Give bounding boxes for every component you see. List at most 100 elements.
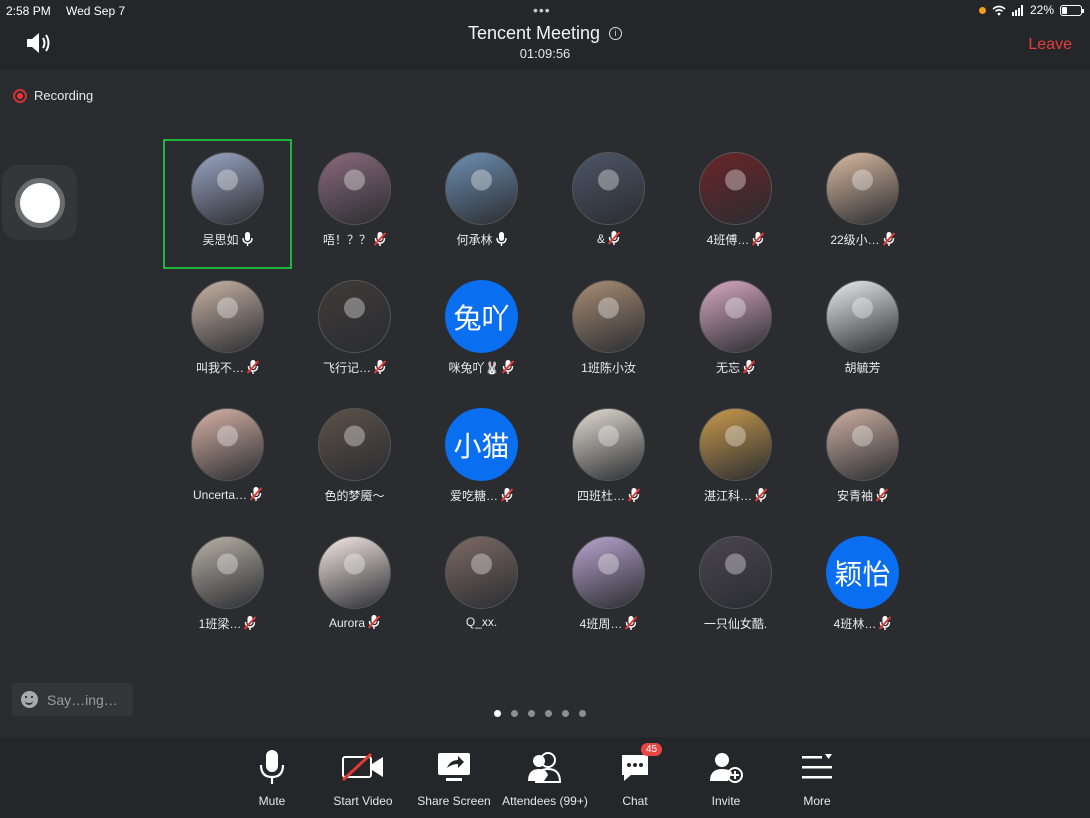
page-dot[interactable] bbox=[562, 710, 569, 717]
microphone-muted-icon bbox=[367, 615, 381, 632]
more-label: More bbox=[803, 794, 831, 808]
participant-name: 湛江科… bbox=[703, 489, 752, 503]
participant-name: Q_xx. bbox=[465, 615, 498, 629]
more-button[interactable]: More bbox=[772, 747, 862, 808]
participant-tile[interactable]: 湛江科… bbox=[672, 396, 799, 524]
participant-avatar bbox=[826, 152, 899, 225]
microphone-muted-icon bbox=[752, 232, 765, 249]
participant-tile[interactable]: 颖怡 4班林… bbox=[799, 524, 926, 652]
participant-tile[interactable]: 4班傅… bbox=[672, 140, 799, 268]
assistive-touch-button[interactable] bbox=[2, 165, 77, 240]
participant-tile[interactable]: & bbox=[545, 140, 672, 268]
participant-name-row: 1班梁… bbox=[164, 615, 291, 633]
microphone-on-icon bbox=[241, 232, 253, 249]
participant-tile[interactable]: 四班杜… bbox=[545, 396, 672, 524]
participant-name-row: 无忘 bbox=[672, 359, 799, 377]
participant-name-row: 飞行记… bbox=[291, 359, 418, 377]
attendees-button[interactable]: Attendees (99+) bbox=[500, 747, 590, 808]
share-screen-button[interactable]: Share Screen bbox=[409, 747, 499, 808]
participant-tile[interactable]: 无忘 bbox=[672, 268, 799, 396]
participant-avatar bbox=[191, 152, 264, 225]
participant-name: 咪兔吖🐰 bbox=[448, 361, 500, 375]
participant-name: 何承林 bbox=[456, 233, 493, 247]
leave-button[interactable]: Leave bbox=[1028, 36, 1072, 54]
participant-name-row: 吴思如 bbox=[164, 231, 291, 249]
participant-tile[interactable]: 兔吖 咪兔吖🐰 bbox=[418, 268, 545, 396]
multitasking-dots-icon[interactable]: ••• bbox=[533, 2, 551, 18]
microphone-muted-icon bbox=[627, 488, 641, 505]
participant-avatar bbox=[699, 536, 772, 609]
participant-avatar bbox=[572, 280, 645, 353]
participant-avatar bbox=[826, 280, 899, 353]
participant-grid: 吴思如 唔！？？ 何承林 & 4班傅… 22级小… 叫我不… 飞行记… 兔吖 咪兔吖🐰 1班陈小汝 无… bbox=[163, 139, 926, 652]
status-indicators: 22% bbox=[978, 3, 1084, 17]
chat-quick-input[interactable]: Say…ing… bbox=[12, 683, 133, 716]
emoji-icon[interactable] bbox=[21, 691, 38, 708]
invite-button[interactable]: Invite bbox=[681, 747, 771, 808]
participant-tile[interactable]: 飞行记… bbox=[291, 268, 418, 396]
participant-name-row: 咪兔吖🐰 bbox=[418, 359, 545, 377]
participant-avatar bbox=[572, 408, 645, 481]
participant-name-row: 叫我不… bbox=[164, 359, 291, 377]
page-dot[interactable] bbox=[511, 710, 518, 717]
microphone-muted-icon bbox=[500, 488, 514, 505]
participant-name-row: 4班周… bbox=[545, 615, 672, 633]
microphone-muted-icon bbox=[246, 360, 260, 377]
microphone-icon bbox=[259, 750, 285, 784]
page-dot[interactable] bbox=[579, 710, 586, 717]
participant-tile[interactable]: 叫我不… bbox=[164, 268, 291, 396]
page-dot[interactable] bbox=[545, 710, 552, 717]
microphone-muted-icon bbox=[373, 360, 387, 377]
participant-name: 四班杜… bbox=[576, 489, 625, 503]
share-screen-label: Share Screen bbox=[417, 794, 491, 808]
microphone-muted-icon bbox=[244, 616, 257, 633]
start-video-button[interactable]: Start Video bbox=[318, 747, 408, 808]
participant-avatar: 颖怡 bbox=[826, 536, 899, 609]
participant-tile[interactable]: Q_xx. bbox=[418, 524, 545, 652]
participant-tile[interactable]: 4班周… bbox=[545, 524, 672, 652]
participant-tile[interactable]: 1班梁… bbox=[164, 524, 291, 652]
page-dot[interactable] bbox=[494, 710, 501, 717]
participant-tile[interactable]: 1班陈小汝 bbox=[545, 268, 672, 396]
participant-name-row: 4班傅… bbox=[672, 231, 799, 249]
participant-tile[interactable]: 色的梦魇～ bbox=[291, 396, 418, 524]
assistive-touch-ring-icon bbox=[15, 178, 65, 228]
microphone-muted-icon bbox=[373, 232, 387, 249]
participant-tile[interactable]: 吴思如 bbox=[163, 139, 292, 269]
participant-avatar bbox=[318, 152, 391, 225]
meeting-toolbar: Mute Start Video Share Screen Attendees … bbox=[0, 737, 1090, 818]
participant-name: 色的梦魇～ bbox=[324, 489, 385, 503]
participant-name: 1班梁… bbox=[198, 617, 242, 631]
chat-unread-badge: 45 bbox=[641, 743, 663, 756]
participant-avatar bbox=[699, 152, 772, 225]
meeting-duration: 01:09:56 bbox=[519, 46, 571, 61]
share-screen-icon bbox=[438, 753, 470, 781]
participant-tile[interactable]: 安青袖 bbox=[799, 396, 926, 524]
meeting-title[interactable]: Tencent Meeting bbox=[468, 23, 600, 44]
info-icon[interactable]: i bbox=[609, 27, 623, 40]
page-indicator[interactable] bbox=[494, 710, 586, 717]
participant-tile[interactable]: 胡毓芳 bbox=[799, 268, 926, 396]
participant-tile[interactable]: 22级小… bbox=[799, 140, 926, 268]
mic-in-use-indicator-icon bbox=[978, 6, 986, 14]
page-dot[interactable] bbox=[528, 710, 535, 717]
participant-avatar bbox=[191, 408, 264, 481]
participant-tile[interactable]: 一只仙女酷. bbox=[672, 524, 799, 652]
participant-name-row: 爱吃糖… bbox=[418, 487, 545, 505]
participant-name: 飞行记… bbox=[322, 361, 371, 375]
participant-name: 安青袖 bbox=[836, 489, 873, 503]
participant-tile[interactable]: 何承林 bbox=[418, 140, 545, 268]
chat-label: Chat bbox=[622, 794, 648, 808]
participant-avatar bbox=[318, 408, 391, 481]
participant-tile[interactable]: Uncerta… bbox=[164, 396, 291, 524]
participant-tile[interactable]: 唔！？？ bbox=[291, 140, 418, 268]
microphone-muted-icon bbox=[754, 488, 768, 505]
recording-indicator[interactable]: Recording bbox=[13, 88, 93, 103]
participant-tile[interactable]: Aurora bbox=[291, 524, 418, 652]
video-off-icon bbox=[341, 752, 383, 782]
participant-tile[interactable]: 小猫 爱吃糖… bbox=[418, 396, 545, 524]
signal-icon bbox=[1011, 4, 1023, 16]
microphone-muted-icon bbox=[742, 360, 756, 377]
chat-button[interactable]: 45 Chat bbox=[590, 743, 680, 808]
mute-button[interactable]: Mute bbox=[227, 747, 317, 808]
